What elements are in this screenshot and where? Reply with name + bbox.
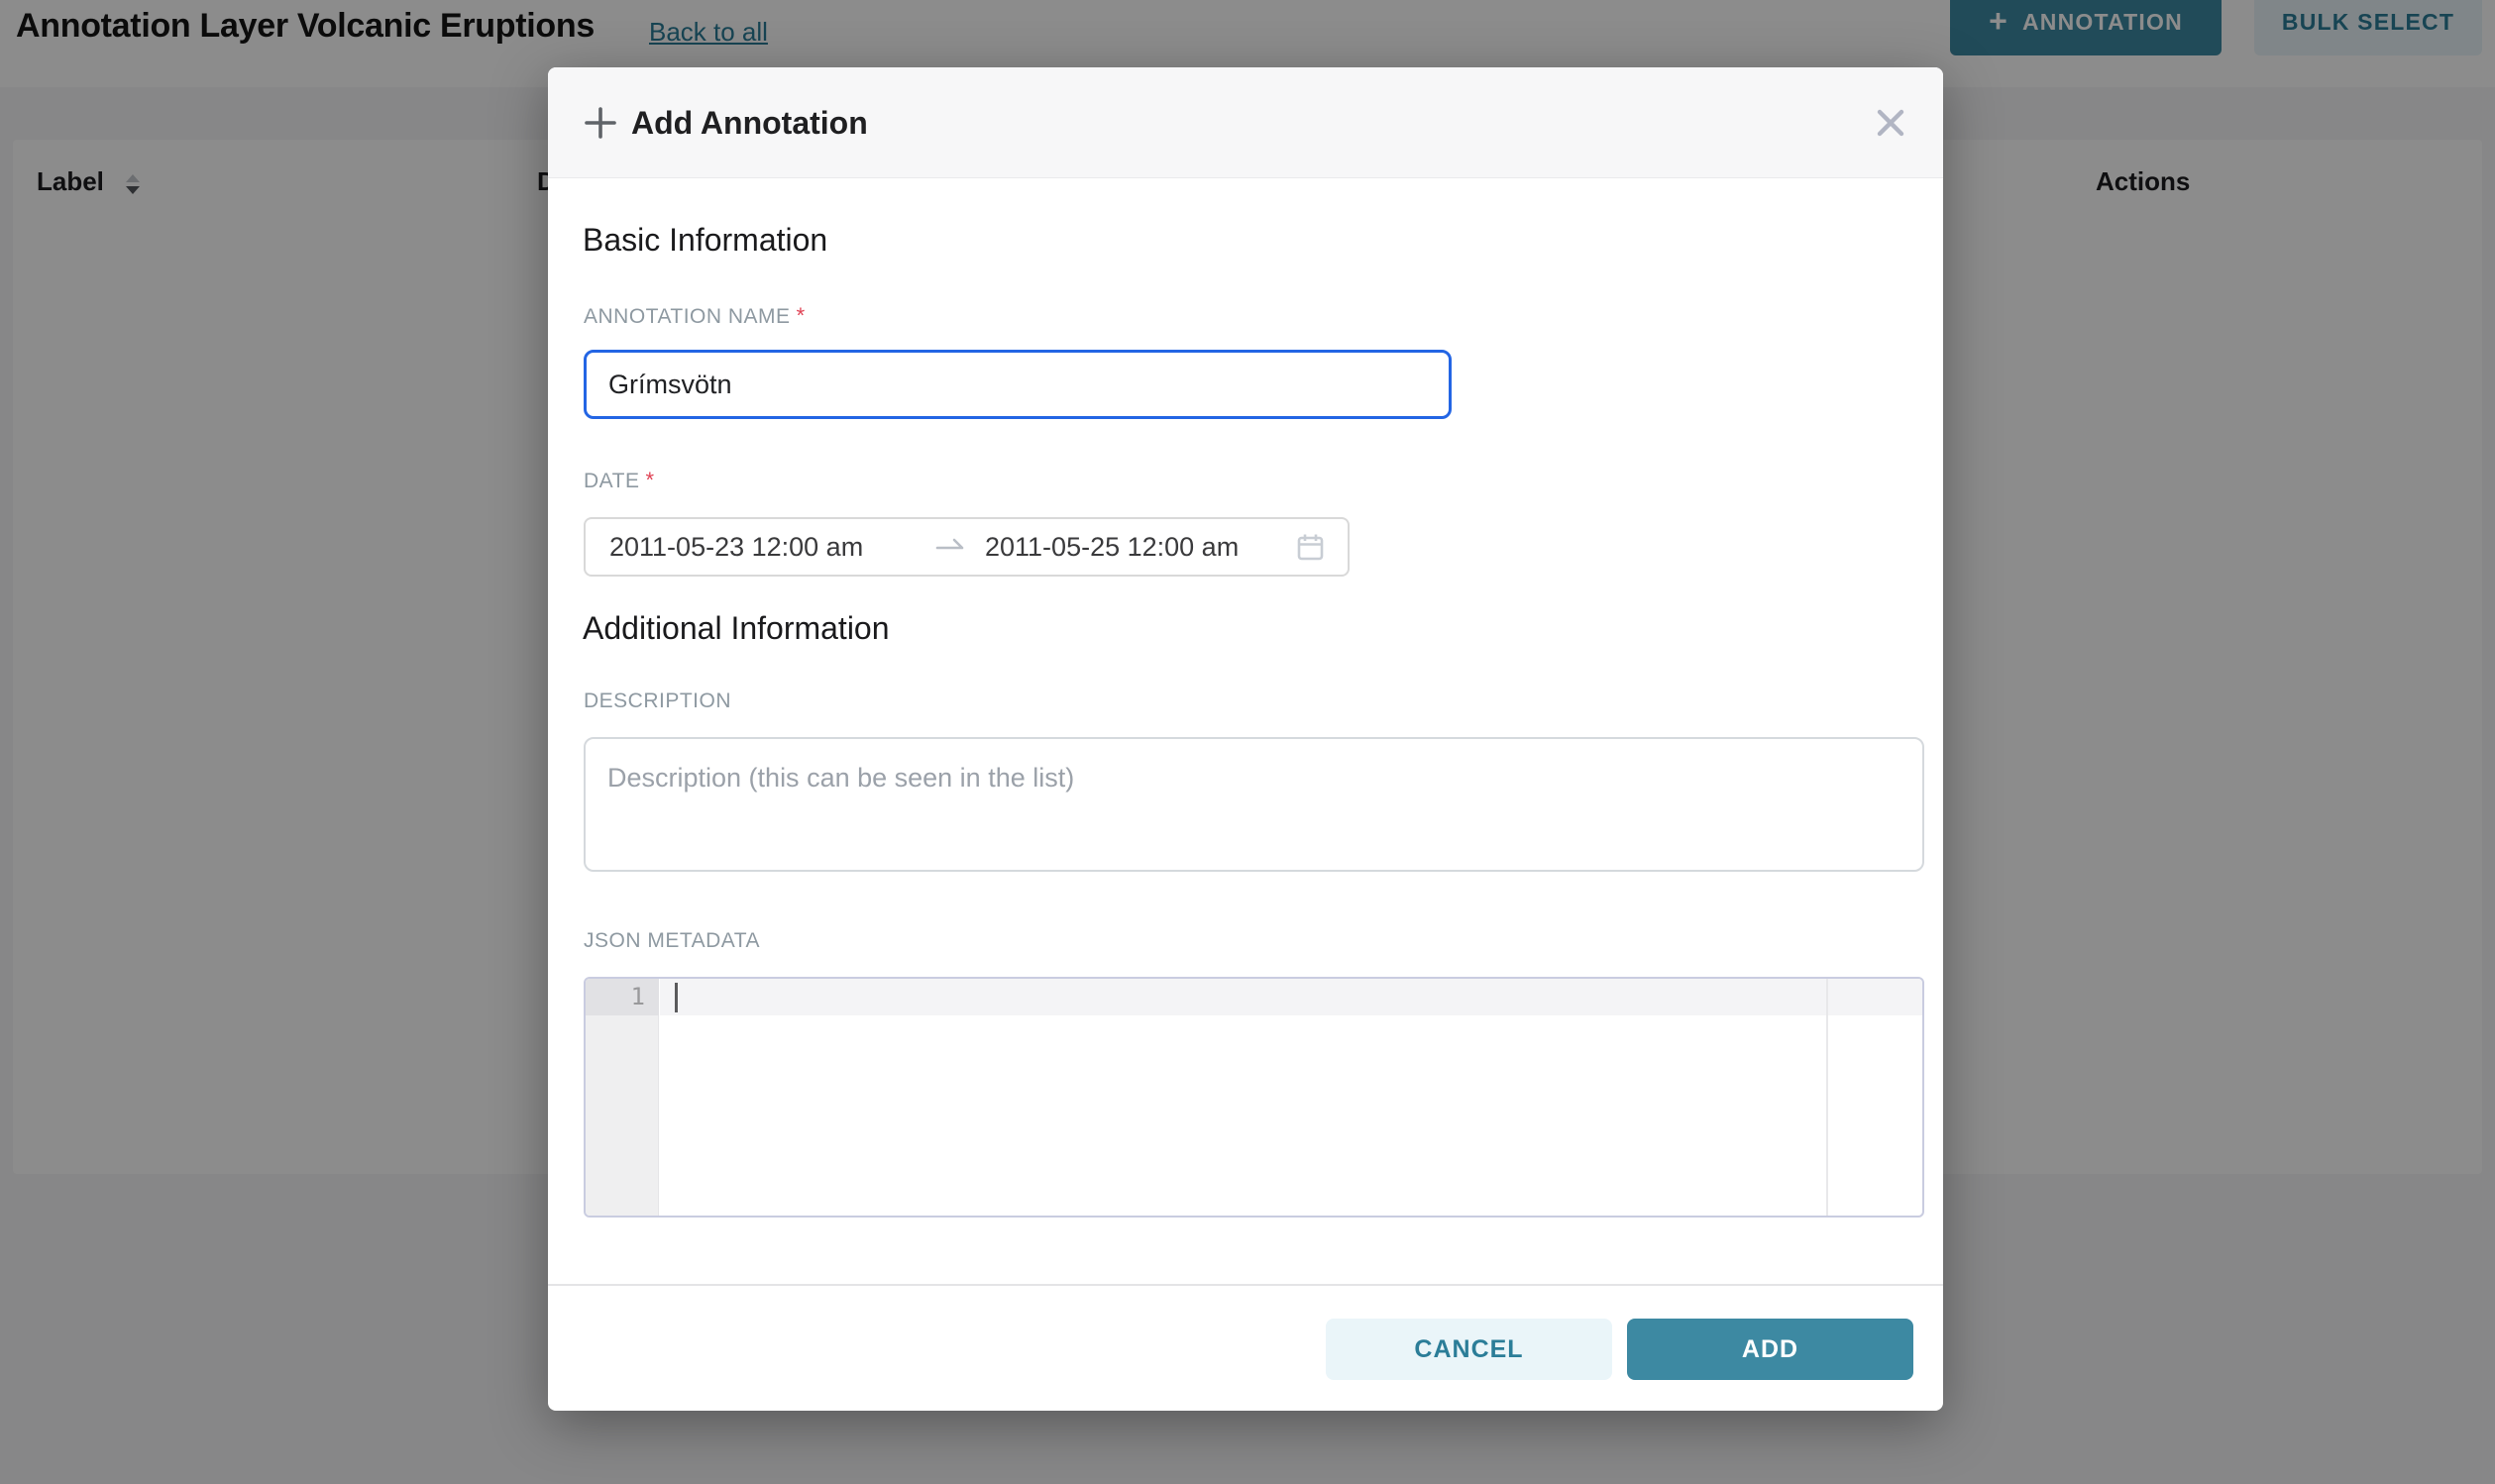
date-label: DATE* [584,468,655,493]
date-range-picker[interactable]: 2011-05-23 12:00 am 2011-05-25 12:00 am [584,517,1350,577]
cancel-button[interactable]: CANCEL [1326,1319,1612,1380]
modal-footer: CANCEL ADD [548,1284,1943,1411]
calendar-icon [1297,533,1324,561]
plus-icon [584,106,617,140]
add-button[interactable]: ADD [1627,1319,1913,1380]
json-metadata-editor[interactable]: 1 [584,977,1924,1218]
section-heading-basic: Basic Information [583,222,827,259]
add-annotation-modal: Add Annotation Basic Information ANNOTAT… [548,67,1943,1411]
modal-header: Add Annotation [548,67,1943,178]
annotation-name-input[interactable] [584,350,1452,419]
modal-title: Add Annotation [631,67,868,178]
arrow-right-icon [935,535,965,560]
close-icon[interactable] [1876,108,1905,138]
editor-line-number: 1 [586,979,659,1015]
required-asterisk: * [645,468,654,492]
editor-active-line [660,979,1922,1015]
section-heading-additional: Additional Information [583,610,890,647]
editor-cursor [675,983,678,1012]
description-textarea[interactable] [584,737,1924,872]
editor-print-margin [1826,979,1828,1216]
date-start-value[interactable]: 2011-05-23 12:00 am [609,532,890,563]
annotation-name-label: ANNOTATION NAME* [584,303,806,329]
annotation-layer-page: Annotation Layer Volcanic Eruptions Back… [0,0,2495,1484]
json-metadata-label: JSON METADATA [584,929,760,953]
date-end-value[interactable]: 2011-05-25 12:00 am [985,532,1239,563]
description-label: DESCRIPTION [584,689,731,713]
required-asterisk: * [797,303,806,328]
